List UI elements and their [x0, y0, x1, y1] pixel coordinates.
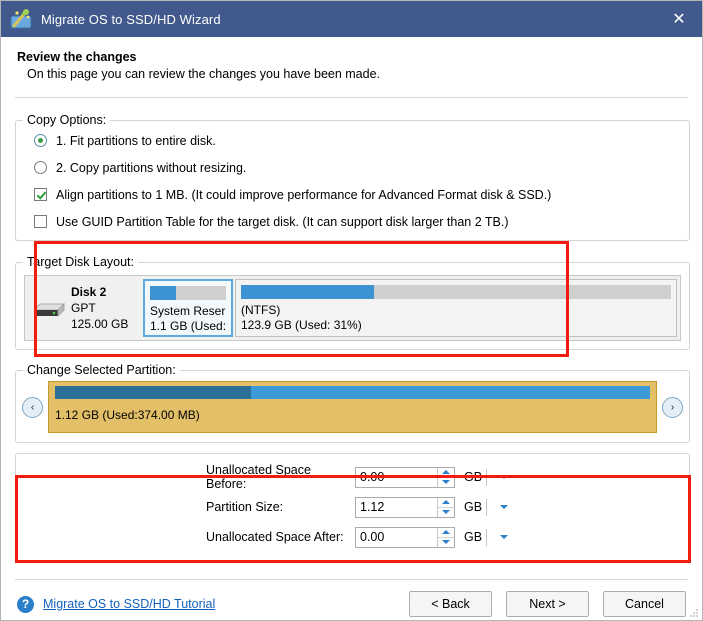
partition-usage-bar [150, 286, 226, 300]
partition-system-reserved[interactable]: System Reser 1.1 GB (Used: [143, 279, 233, 337]
unit-separator [486, 499, 487, 516]
partition-system-reserved-name: System Reser [150, 304, 226, 319]
disk-labels: Disk 2 GPT 125.00 GB [71, 284, 128, 332]
next-button[interactable]: Next > [506, 591, 589, 617]
partition-size-unit-dropdown-icon[interactable] [496, 505, 512, 509]
radio-fit-partitions[interactable] [34, 134, 47, 147]
header-divider [15, 97, 688, 98]
unallocated-before-stepper[interactable] [355, 467, 455, 488]
spin-up-icon[interactable] [438, 468, 454, 478]
disk-name: Disk 2 [71, 284, 128, 300]
spin-up-icon[interactable] [438, 498, 454, 508]
unallocated-after-stepper[interactable] [355, 527, 455, 548]
unit-separator [486, 529, 487, 546]
spin-up-icon[interactable] [438, 528, 454, 538]
wizard-wand-icon [10, 8, 32, 30]
copy-options-group: Copy Options: 1. Fit partitions to entir… [15, 113, 690, 241]
disk-scheme: GPT [71, 300, 128, 316]
window-title: Migrate OS to SSD/HD Wizard [41, 12, 656, 27]
footer-bar: ? Migrate OS to SSD/HD Tutorial < Back N… [1, 586, 702, 621]
spin-down-icon[interactable] [438, 538, 454, 547]
cancel-button[interactable]: Cancel [603, 591, 686, 617]
radio-copy-without-resizing[interactable] [34, 161, 47, 174]
option-align-partitions-label: Align partitions to 1 MB. (It could impr… [56, 188, 551, 202]
back-button[interactable]: < Back [409, 591, 492, 617]
partition-size-stepper[interactable] [355, 497, 455, 518]
spin-down-icon[interactable] [438, 478, 454, 487]
title-bar: Migrate OS to SSD/HD Wizard ✕ [1, 1, 702, 37]
migrate-os-wizard-window: Migrate OS to SSD/HD Wizard ✕ Review the… [0, 0, 703, 621]
unallocated-before-spin-buttons[interactable] [437, 468, 454, 487]
selected-partition-row: ‹ 1.12 GB (Used:374.00 MB) › [16, 377, 689, 433]
unit-separator [486, 469, 487, 486]
change-selected-partition-legend: Change Selected Partition: [23, 363, 180, 377]
hard-disk-icon [31, 296, 65, 320]
unallocated-after-spin-buttons[interactable] [437, 528, 454, 547]
field-row-partition-size: Partition Size: GB [206, 492, 689, 522]
disk-capacity: 125.00 GB [71, 316, 128, 332]
selected-partition-caption: 1.12 GB (Used:374.00 MB) [55, 402, 650, 423]
partition-size-spin-buttons[interactable] [437, 498, 454, 517]
partition-usage-bar [241, 285, 671, 299]
unallocated-after-label: Unallocated Space After: [206, 530, 351, 544]
option-align-partitions[interactable]: Align partitions to 1 MB. (It could impr… [16, 181, 689, 208]
chevron-right-icon[interactable]: › [662, 397, 683, 418]
unallocated-before-input[interactable] [356, 468, 437, 487]
close-icon[interactable]: ✕ [656, 1, 702, 37]
partition-size-input[interactable] [356, 498, 437, 517]
target-disk-layout-legend: Target Disk Layout: [23, 255, 138, 269]
partition-size-label: Partition Size: [206, 500, 351, 514]
unallocated-after-unit-dropdown-icon[interactable] [496, 535, 512, 539]
field-row-unallocated-after: Unallocated Space After: GB [206, 522, 689, 552]
page-header: Review the changes On this page you can … [1, 37, 702, 81]
change-selected-partition-group: Change Selected Partition: ‹ 1.12 GB (Us… [15, 363, 690, 443]
option-fit-partitions-label: 1. Fit partitions to entire disk. [56, 134, 216, 148]
checkbox-use-guid[interactable] [34, 215, 47, 228]
selected-partition-body[interactable]: 1.12 GB (Used:374.00 MB) [48, 381, 657, 433]
unallocated-before-unit-dropdown-icon[interactable] [496, 475, 512, 479]
option-fit-partitions[interactable]: 1. Fit partitions to entire disk. [16, 127, 689, 154]
partition-ntfs[interactable]: (NTFS) 123.9 GB (Used: 31%) [235, 279, 677, 337]
option-use-guid[interactable]: Use GUID Partition Table for the target … [16, 208, 689, 235]
target-disk-layout-group: Target Disk Layout: Disk 2 GPT [15, 255, 690, 350]
page-subtitle: On this page you can review the changes … [17, 67, 686, 81]
page-title: Review the changes [17, 50, 686, 64]
unallocated-after-input[interactable] [356, 528, 437, 547]
unallocated-after-unit: GB [464, 530, 486, 544]
copy-options-legend: Copy Options: [23, 113, 110, 127]
option-copy-without-resizing-label: 2. Copy partitions without resizing. [56, 161, 246, 175]
question-mark-icon[interactable]: ? [17, 596, 34, 613]
selected-partition-usage-bar [55, 386, 650, 399]
spin-down-icon[interactable] [438, 508, 454, 517]
disk-info: Disk 2 GPT 125.00 GB [25, 276, 143, 340]
partition-ntfs-name: (NTFS) [241, 303, 671, 318]
tutorial-link[interactable]: Migrate OS to SSD/HD Tutorial [43, 597, 215, 611]
option-use-guid-label: Use GUID Partition Table for the target … [56, 215, 509, 229]
partition-size-unit: GB [464, 500, 486, 514]
chevron-left-icon[interactable]: ‹ [22, 397, 43, 418]
partition-ntfs-size: 123.9 GB (Used: 31%) [241, 318, 671, 333]
resize-grip[interactable] [687, 606, 699, 618]
unallocated-before-unit: GB [464, 470, 486, 484]
partition-system-reserved-size: 1.1 GB (Used: [150, 319, 226, 334]
option-copy-without-resizing[interactable]: 2. Copy partitions without resizing. [16, 154, 689, 181]
field-row-unallocated-before: Unallocated Space Before: GB [206, 462, 689, 492]
unallocated-before-label: Unallocated Space Before: [206, 463, 351, 491]
footer-divider [15, 579, 688, 580]
main-content: Copy Options: 1. Fit partitions to entir… [1, 113, 702, 580]
size-fields-group: Unallocated Space Before: GB Partition S… [15, 453, 690, 561]
disk-panel: Disk 2 GPT 125.00 GB System Reser 1.1 GB… [24, 275, 681, 341]
checkbox-align-partitions[interactable] [34, 188, 47, 201]
